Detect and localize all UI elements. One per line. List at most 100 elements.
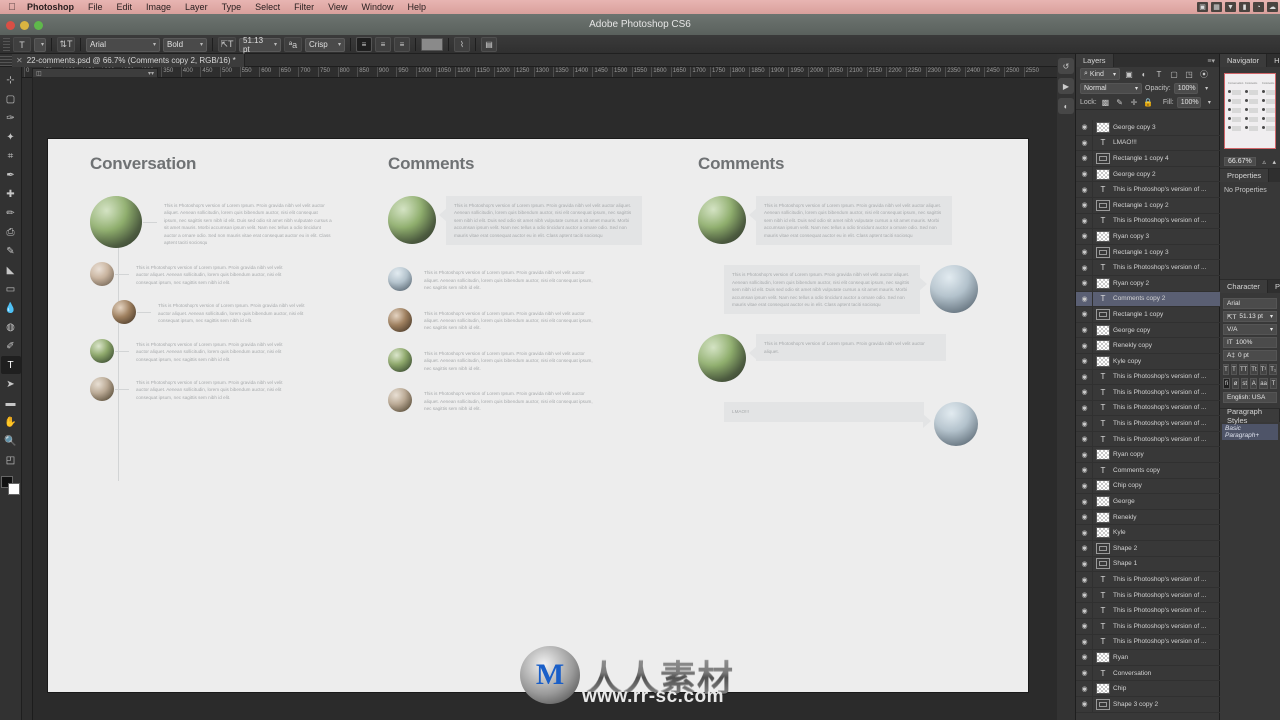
layer-name[interactable]: This is Photoshop's version of ... — [1113, 420, 1220, 427]
character-feature-button-0[interactable]: fi — [1223, 378, 1231, 389]
layer-name[interactable]: George copy 3 — [1113, 124, 1220, 131]
layer-visibility-icon[interactable]: ◉ — [1080, 420, 1089, 428]
layer-row[interactable]: ◉ T This is Photoshop's version of ... — [1076, 603, 1220, 619]
layer-thumbnail-type[interactable]: T — [1096, 605, 1110, 616]
avatar[interactable] — [388, 307, 412, 332]
comment-text[interactable]: This is Photoshop's version of Lorem Ips… — [424, 308, 596, 332]
layer-row[interactable]: ◉ T This is Photoshop's version of ... — [1076, 431, 1220, 448]
menu-item-select[interactable]: Select — [248, 0, 287, 14]
layer-name[interactable]: Renekly — [1113, 514, 1220, 521]
zoom-in-icon[interactable]: ▴ — [1272, 158, 1276, 166]
layer-row[interactable]: ◉ Rectangle 1 copy 3 — [1076, 244, 1220, 261]
layer-visibility-icon[interactable]: ◉ — [1080, 232, 1089, 240]
comment-item[interactable]: This is Photoshop's version of Lorem Ips… — [388, 196, 648, 246]
avatar[interactable] — [930, 265, 978, 314]
layer-name[interactable]: Renekly copy — [1113, 342, 1220, 349]
comment-item[interactable]: This is Photoshop's version of Lorem Ips… — [698, 265, 978, 315]
paragraph-style-item[interactable]: Basic Paragraph+ — [1222, 424, 1278, 440]
layer-thumbnail-type[interactable]: T — [1096, 387, 1110, 398]
text-orientation-icon[interactable]: ⇅T — [57, 37, 75, 52]
menu-item-filter[interactable]: Filter — [287, 0, 321, 14]
layer-thumbnail-type[interactable]: T — [1096, 371, 1110, 382]
layer-row[interactable]: ◉ T This is Photoshop's version of ... — [1076, 384, 1220, 401]
time-machine-icon[interactable]: ◔ — [1253, 2, 1264, 12]
comment-text[interactable]: This is Photoshop's version of Lorem Ips… — [732, 271, 912, 308]
canvas-column-0[interactable]: Conversation This is Photoshop's version … — [90, 154, 340, 481]
comment-item[interactable]: This is Photoshop's version of Lorem Ips… — [388, 267, 648, 292]
collapse-icon[interactable]: ◫ — [36, 70, 42, 77]
layer-name[interactable]: Ryan copy — [1113, 451, 1220, 458]
conversation-item[interactable]: This is Photoshop's version of Lorem Ips… — [112, 300, 340, 325]
layer-visibility-icon[interactable]: ◉ — [1080, 669, 1089, 677]
column-title[interactable]: Comments — [388, 154, 648, 174]
layer-row[interactable]: ◉ Shape 2 — [1076, 540, 1220, 557]
color-swatches[interactable] — [0, 476, 21, 496]
layer-name[interactable]: Rectangle 1 copy 4 — [1113, 155, 1220, 162]
tab-character[interactable]: Character — [1220, 280, 1268, 293]
layer-thumbnail-pixel[interactable] — [1096, 168, 1110, 180]
layer-thumbnail-pixel[interactable] — [1096, 527, 1110, 539]
layer-visibility-icon[interactable]: ◉ — [1080, 310, 1089, 318]
avatar[interactable] — [112, 300, 136, 325]
layer-name[interactable]: This is Photoshop's version of ... — [1113, 186, 1220, 193]
character-feature-button-4[interactable]: aa — [1259, 378, 1268, 389]
comment-text[interactable]: This is Photoshop's version of Lorem Ips… — [764, 340, 938, 355]
layer-visibility-icon[interactable]: ◉ — [1080, 700, 1089, 708]
type-filter-icon[interactable]: T — [1153, 68, 1165, 80]
text-color-swatch[interactable] — [421, 38, 443, 51]
menu-item-layer[interactable]: Layer — [178, 0, 215, 14]
layer-name[interactable]: George copy — [1113, 327, 1220, 334]
comment-item[interactable]: This is Photoshop's version of Lorem Ips… — [698, 196, 978, 246]
menu-item-file[interactable]: File — [81, 0, 110, 14]
screen-record-icon[interactable]: ▣ — [1197, 2, 1208, 12]
lock-icon[interactable]: ▮ — [1239, 2, 1250, 12]
warp-text-icon[interactable]: ⌇ — [454, 37, 470, 52]
comment-item[interactable]: This is Photoshop's version of Lorem Ips… — [388, 388, 648, 413]
zoom-tool-icon[interactable]: 🔍 — [1, 432, 21, 450]
layer-thumbnail-shape[interactable] — [1096, 152, 1110, 164]
layer-row[interactable]: ◉ Shape 3 copy 2 — [1076, 696, 1220, 713]
layer-row[interactable]: ◉ T This is Photoshop's version of ... — [1076, 400, 1220, 417]
layer-visibility-icon[interactable]: ◉ — [1080, 264, 1089, 272]
comment-bubble[interactable]: This is Photoshop's version of Lorem Ips… — [439, 196, 642, 246]
layer-row[interactable]: ◉ Chip copy — [1076, 478, 1220, 495]
history-brush-tool-icon[interactable]: ✎ — [1, 242, 21, 260]
layer-thumbnail-type[interactable]: T — [1096, 668, 1110, 679]
healing-brush-tool-icon[interactable]: ✚ — [1, 185, 21, 203]
menu-item-type[interactable]: Type — [215, 0, 249, 14]
artboard[interactable]: Conversation This is Photoshop's version … — [48, 139, 1028, 692]
quick-select-tool-icon[interactable]: ✦ — [1, 128, 21, 146]
layer-row[interactable]: ◉ Ryan copy 2 — [1076, 275, 1220, 292]
avatar[interactable] — [388, 196, 436, 244]
layer-visibility-icon[interactable]: ◉ — [1080, 404, 1089, 412]
layer-name[interactable]: Rectangle 1 copy 3 — [1113, 249, 1220, 256]
layer-name[interactable]: Ryan copy 3 — [1113, 233, 1220, 240]
comment-text[interactable]: This is Photoshop's version of Lorem Ips… — [764, 202, 944, 239]
layer-visibility-icon[interactable]: ◉ — [1080, 529, 1089, 537]
font-family-dropdown[interactable]: Arial ▾ — [86, 37, 160, 52]
character-feature-button-5[interactable]: T — [1269, 378, 1277, 389]
layer-name[interactable]: Comments copy 2 — [1113, 295, 1220, 302]
comment-bubble[interactable]: This is Photoshop's version of Lorem Ips… — [749, 334, 946, 362]
layer-row[interactable]: ◉ T Comments copy 2 — [1076, 291, 1220, 308]
layer-visibility-icon[interactable]: ◉ — [1080, 201, 1089, 209]
background-color-swatch[interactable] — [7, 483, 20, 495]
layer-thumbnail-type[interactable]: T — [1096, 418, 1110, 429]
document-tab[interactable]: ✕ 22-comments.psd @ 66.7% (Comments copy… — [12, 53, 245, 67]
layer-name[interactable]: Shape 2 — [1113, 545, 1220, 552]
layer-row[interactable]: ◉ T This is Photoshop's version of ... — [1076, 572, 1220, 588]
menu-item-view[interactable]: View — [321, 0, 354, 14]
canvas-area[interactable]: Conversation This is Photoshop's version … — [33, 78, 1057, 720]
character-feature-button-2[interactable]: st — [1241, 378, 1249, 389]
layer-thumbnail-pixel[interactable] — [1096, 324, 1110, 336]
hand-tool-icon[interactable]: ✋ — [1, 413, 21, 431]
minimize-window-button[interactable] — [20, 20, 29, 30]
cloud-icon[interactable]: ☁ — [1267, 2, 1278, 12]
avatar[interactable] — [934, 402, 978, 447]
dropbox-icon[interactable]: ▼ — [1225, 2, 1236, 12]
layer-thumbnail-shape[interactable] — [1096, 199, 1110, 211]
layer-row[interactable]: ◉ George copy — [1076, 322, 1220, 339]
character-style-button-1[interactable]: T — [1230, 364, 1237, 375]
blend-mode-dropdown[interactable]: Normal ▾ — [1080, 82, 1142, 94]
dodge-tool-icon[interactable]: ◍ — [1, 318, 21, 336]
